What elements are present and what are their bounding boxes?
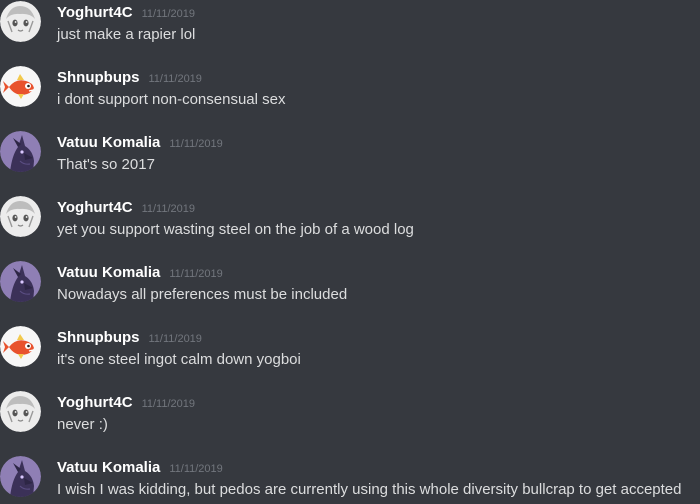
dragon-avatar-icon[interactable] [0, 131, 41, 172]
timestamp: 11/11/2019 [141, 8, 195, 20]
chat-message: Shnupbups 11/11/2019 it's one steel ingot… [0, 326, 700, 386]
timestamp: 11/11/2019 [141, 203, 195, 215]
username[interactable]: Yoghurt4C [57, 394, 133, 411]
timestamp: 11/11/2019 [169, 138, 223, 150]
anime-avatar-icon[interactable] [0, 1, 41, 42]
message-text: never :) [57, 416, 108, 433]
message-header: Shnupbups 11/11/2019 [57, 328, 202, 349]
chat-message: Vatuu Komalia 11/11/2019 Nowadays all pre… [0, 261, 700, 321]
anime-avatar-icon[interactable] [0, 391, 41, 432]
username[interactable]: Vatuu Komalia [57, 264, 160, 281]
username[interactable]: Shnupbups [57, 69, 140, 86]
chat-message: Shnupbups 11/11/2019 i dont support non-c… [0, 66, 700, 126]
username[interactable]: Vatuu Komalia [57, 459, 160, 476]
message-header: Yoghurt4C 11/11/2019 [57, 198, 195, 219]
message-header: Yoghurt4C 11/11/2019 [57, 393, 195, 414]
timestamp: 11/11/2019 [148, 73, 202, 85]
dragon-avatar-icon[interactable] [0, 456, 41, 497]
message-text: i dont support non-consensual sex [57, 91, 286, 108]
anime-avatar-icon[interactable] [0, 196, 41, 237]
message-text: Nowadays all preferences must be include… [57, 286, 348, 303]
message-header: Yoghurt4C 11/11/2019 [57, 3, 195, 24]
chat-message-list: Yoghurt4C 11/11/2019 just make a rapier l… [0, 0, 700, 504]
chat-message: Vatuu Komalia 11/11/2019 That's so 2017 [0, 131, 700, 191]
message-text: just make a rapier lol [57, 26, 196, 43]
timestamp: 11/11/2019 [141, 398, 195, 410]
message-text: I wish I was kidding, but pedos are curr… [57, 481, 682, 498]
fish-avatar-icon[interactable] [0, 66, 41, 107]
username[interactable]: Shnupbups [57, 329, 140, 346]
message-header: Vatuu Komalia 11/11/2019 [57, 133, 223, 154]
message-header: Vatuu Komalia 11/11/2019 [57, 458, 223, 479]
message-text: That's so 2017 [57, 156, 155, 173]
username[interactable]: Yoghurt4C [57, 199, 133, 216]
username[interactable]: Yoghurt4C [57, 4, 133, 21]
message-header: Vatuu Komalia 11/11/2019 [57, 263, 223, 284]
chat-message: Yoghurt4C 11/11/2019 never :) [0, 391, 700, 451]
timestamp: 11/11/2019 [169, 463, 223, 475]
message-text: yet you support wasting steel on the job… [57, 221, 414, 238]
dragon-avatar-icon[interactable] [0, 261, 41, 302]
message-header: Shnupbups 11/11/2019 [57, 68, 202, 89]
chat-message: Yoghurt4C 11/11/2019 yet you support wast… [0, 196, 700, 256]
fish-avatar-icon[interactable] [0, 326, 41, 367]
timestamp: 11/11/2019 [148, 333, 202, 345]
message-text: it's one steel ingot calm down yogboi [57, 351, 301, 368]
chat-message: Yoghurt4C 11/11/2019 just make a rapier l… [0, 1, 700, 61]
timestamp: 11/11/2019 [169, 268, 223, 280]
username[interactable]: Vatuu Komalia [57, 134, 160, 151]
chat-message: Vatuu Komalia 11/11/2019 I wish I was kid… [0, 456, 700, 504]
